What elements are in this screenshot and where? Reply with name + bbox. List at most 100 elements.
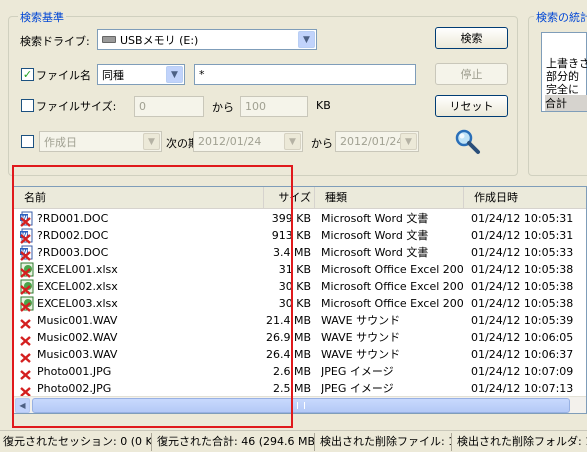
cell-name: EXCEL003.xlsx	[37, 297, 118, 310]
cell-size: 913 KB	[271, 229, 311, 242]
stop-button[interactable]: 停止	[435, 63, 508, 85]
filename-mode-value: 同種	[102, 68, 124, 82]
reset-button[interactable]: リセット	[435, 95, 508, 117]
deleted-x-icon	[19, 381, 35, 397]
results-grid[interactable]: 名前 サイズ 種類 作成日時 W ?RD001.DOC 399 KB Microsof…	[13, 186, 587, 414]
filename-input[interactable]: *	[194, 64, 416, 85]
cell-type: WAVE サウンド	[321, 314, 401, 327]
column-header-type[interactable]: 種類	[315, 187, 464, 209]
cell-name: Photo002.JPG	[37, 382, 112, 395]
cell-name: EXCEL001.xlsx	[37, 263, 118, 276]
cell-type: Microsoft Office Excel 200...	[321, 263, 464, 276]
chevron-down-icon[interactable]: ▼	[284, 133, 301, 150]
usb-drive-icon	[102, 36, 116, 43]
date-from-value: 2012/01/24	[198, 135, 262, 148]
cell-name: Music003.WAV	[37, 348, 118, 361]
cell-name: Music002.WAV	[37, 331, 118, 344]
cell-date: 01/24/12 10:05:39	[471, 314, 574, 327]
excel-deleted-icon	[19, 279, 35, 295]
excel-deleted-icon	[19, 296, 35, 312]
drive-label: 検索ドライブ:	[20, 35, 90, 48]
scroll-grip-icon	[297, 402, 305, 409]
column-header-name[interactable]: 名前	[14, 187, 264, 209]
cell-size: 26.9 MB	[265, 331, 311, 344]
search-button[interactable]: 検索	[435, 27, 508, 49]
cell-size: 21.4 MB	[265, 314, 311, 327]
status-deleted-files: 検出された削除ファイル: 15	[317, 433, 452, 451]
cell-date: 01/24/12 10:07:09	[471, 365, 574, 378]
table-row[interactable]: W ?RD001.DOC 399 KB Microsoft Word 文書 01/24/…	[14, 210, 586, 227]
cell-type: WAVE サウンド	[321, 348, 401, 361]
table-row[interactable]: EXCEL003.xlsx 30 KB Microsoft Office Excel…	[14, 295, 586, 312]
date-type-select[interactable]: 作成日 ▼	[39, 131, 162, 152]
cell-type: Microsoft Word 文書	[321, 229, 429, 242]
cell-date: 01/24/12 10:05:38	[471, 263, 574, 276]
cell-size: 31 KB	[278, 263, 311, 276]
table-row[interactable]: EXCEL001.xlsx 31 KB Microsoft Office Excel…	[14, 261, 586, 278]
table-row[interactable]: Music003.WAV 26.4 MB WAVE サウンド 01/24/12 10:…	[14, 346, 586, 363]
horizontal-scrollbar[interactable]: ◀	[14, 396, 586, 413]
table-row[interactable]: Photo001.JPG 2.6 MB JPEG イメージ 01/24/12 10:0…	[14, 363, 586, 380]
chevron-down-icon[interactable]: ▼	[143, 133, 160, 150]
drive-select-value: USBメモリ (E:)	[120, 33, 199, 47]
cell-name: ?RD002.DOC	[37, 229, 109, 242]
filesize-checkbox[interactable]	[21, 99, 34, 112]
word-doc-deleted-icon: W	[19, 245, 35, 261]
date-to-select[interactable]: 2012/01/24 ▼	[335, 131, 419, 152]
date-to-label: から	[311, 137, 333, 150]
date-checkbox[interactable]	[21, 135, 34, 148]
table-row[interactable]: W ?RD002.DOC 913 KB Microsoft Word 文書 01/24/…	[14, 227, 586, 244]
filename-label: ファイル名	[36, 69, 91, 82]
column-header-size[interactable]: サイズ	[264, 187, 315, 209]
grid-header: 名前 サイズ 種類 作成日時	[14, 187, 586, 209]
cell-name: EXCEL002.xlsx	[37, 280, 118, 293]
cell-size: 2.6 MB	[272, 365, 311, 378]
cell-name: Photo001.JPG	[37, 365, 112, 378]
chevron-down-icon[interactable]: ▼	[400, 133, 417, 150]
cell-type: Microsoft Word 文書	[321, 246, 429, 259]
cell-date: 01/24/12 10:05:33	[471, 246, 574, 259]
stats-line-total: 合計	[545, 95, 587, 111]
filesize-unit-label: KB	[316, 99, 331, 112]
filename-mode-select[interactable]: 同種 ▼	[97, 64, 185, 85]
date-from-select[interactable]: 2012/01/24 ▼	[193, 131, 303, 152]
search-stats-title: 検索の統計	[534, 9, 587, 25]
cell-type: JPEG イメージ	[321, 365, 394, 378]
chevron-down-icon[interactable]: ▼	[166, 66, 183, 83]
cell-size: 30 KB	[278, 297, 311, 310]
cell-date: 01/24/12 10:05:38	[471, 297, 574, 310]
table-row[interactable]: EXCEL002.xlsx 30 KB Microsoft Office Excel…	[14, 278, 586, 295]
filesize-from-input[interactable]: 0	[134, 96, 204, 117]
scroll-left-arrow-icon[interactable]: ◀	[15, 398, 30, 413]
filesize-to-input[interactable]: 100	[240, 96, 308, 117]
magnifier-icon[interactable]	[454, 128, 482, 156]
word-doc-deleted-icon: W	[19, 211, 35, 227]
cell-size: 30 KB	[278, 280, 311, 293]
cell-size: 2.5 MB	[272, 382, 311, 395]
cell-type: WAVE サウンド	[321, 331, 401, 344]
table-row[interactable]: Music001.WAV 21.4 MB WAVE サウンド 01/24/12 10:…	[14, 312, 586, 329]
table-row[interactable]: W ?RD003.DOC 3.4 MB Microsoft Word 文書 01/24/…	[14, 244, 586, 261]
cell-date: 01/24/12 10:05:31	[471, 212, 574, 225]
column-header-date[interactable]: 作成日時	[464, 187, 586, 209]
deleted-x-icon	[19, 313, 35, 329]
cell-size: 26.4 MB	[265, 348, 311, 361]
chevron-down-icon[interactable]: ▼	[298, 31, 315, 48]
word-doc-deleted-icon: W	[19, 228, 35, 244]
table-row[interactable]: Music002.WAV 26.9 MB WAVE サウンド 01/24/12 10:…	[14, 329, 586, 346]
cell-type: Microsoft Office Excel 200...	[321, 297, 464, 310]
drive-select[interactable]: USBメモリ (E:) ▼	[97, 29, 317, 50]
search-criteria-title: 検索基準	[18, 9, 66, 25]
status-restored-session: 復元されたセッション: 0 (0 KB)	[0, 433, 152, 451]
scroll-thumb[interactable]	[32, 398, 570, 413]
cell-name: Music001.WAV	[37, 314, 118, 327]
filename-checkbox[interactable]: ✓	[21, 68, 34, 81]
cell-date: 01/24/12 10:07:13	[471, 382, 574, 395]
status-deleted-folders: 検出された削除フォルダ: 1	[457, 435, 587, 448]
cell-date: 01/24/12 10:06:37	[471, 348, 574, 361]
table-row[interactable]: Photo002.JPG 2.5 MB JPEG イメージ 01/24/12 10:0…	[14, 380, 586, 397]
deleted-x-icon	[19, 347, 35, 363]
cell-name: ?RD001.DOC	[37, 212, 109, 225]
filesize-from-label: から	[212, 101, 234, 114]
excel-deleted-icon	[19, 262, 35, 278]
